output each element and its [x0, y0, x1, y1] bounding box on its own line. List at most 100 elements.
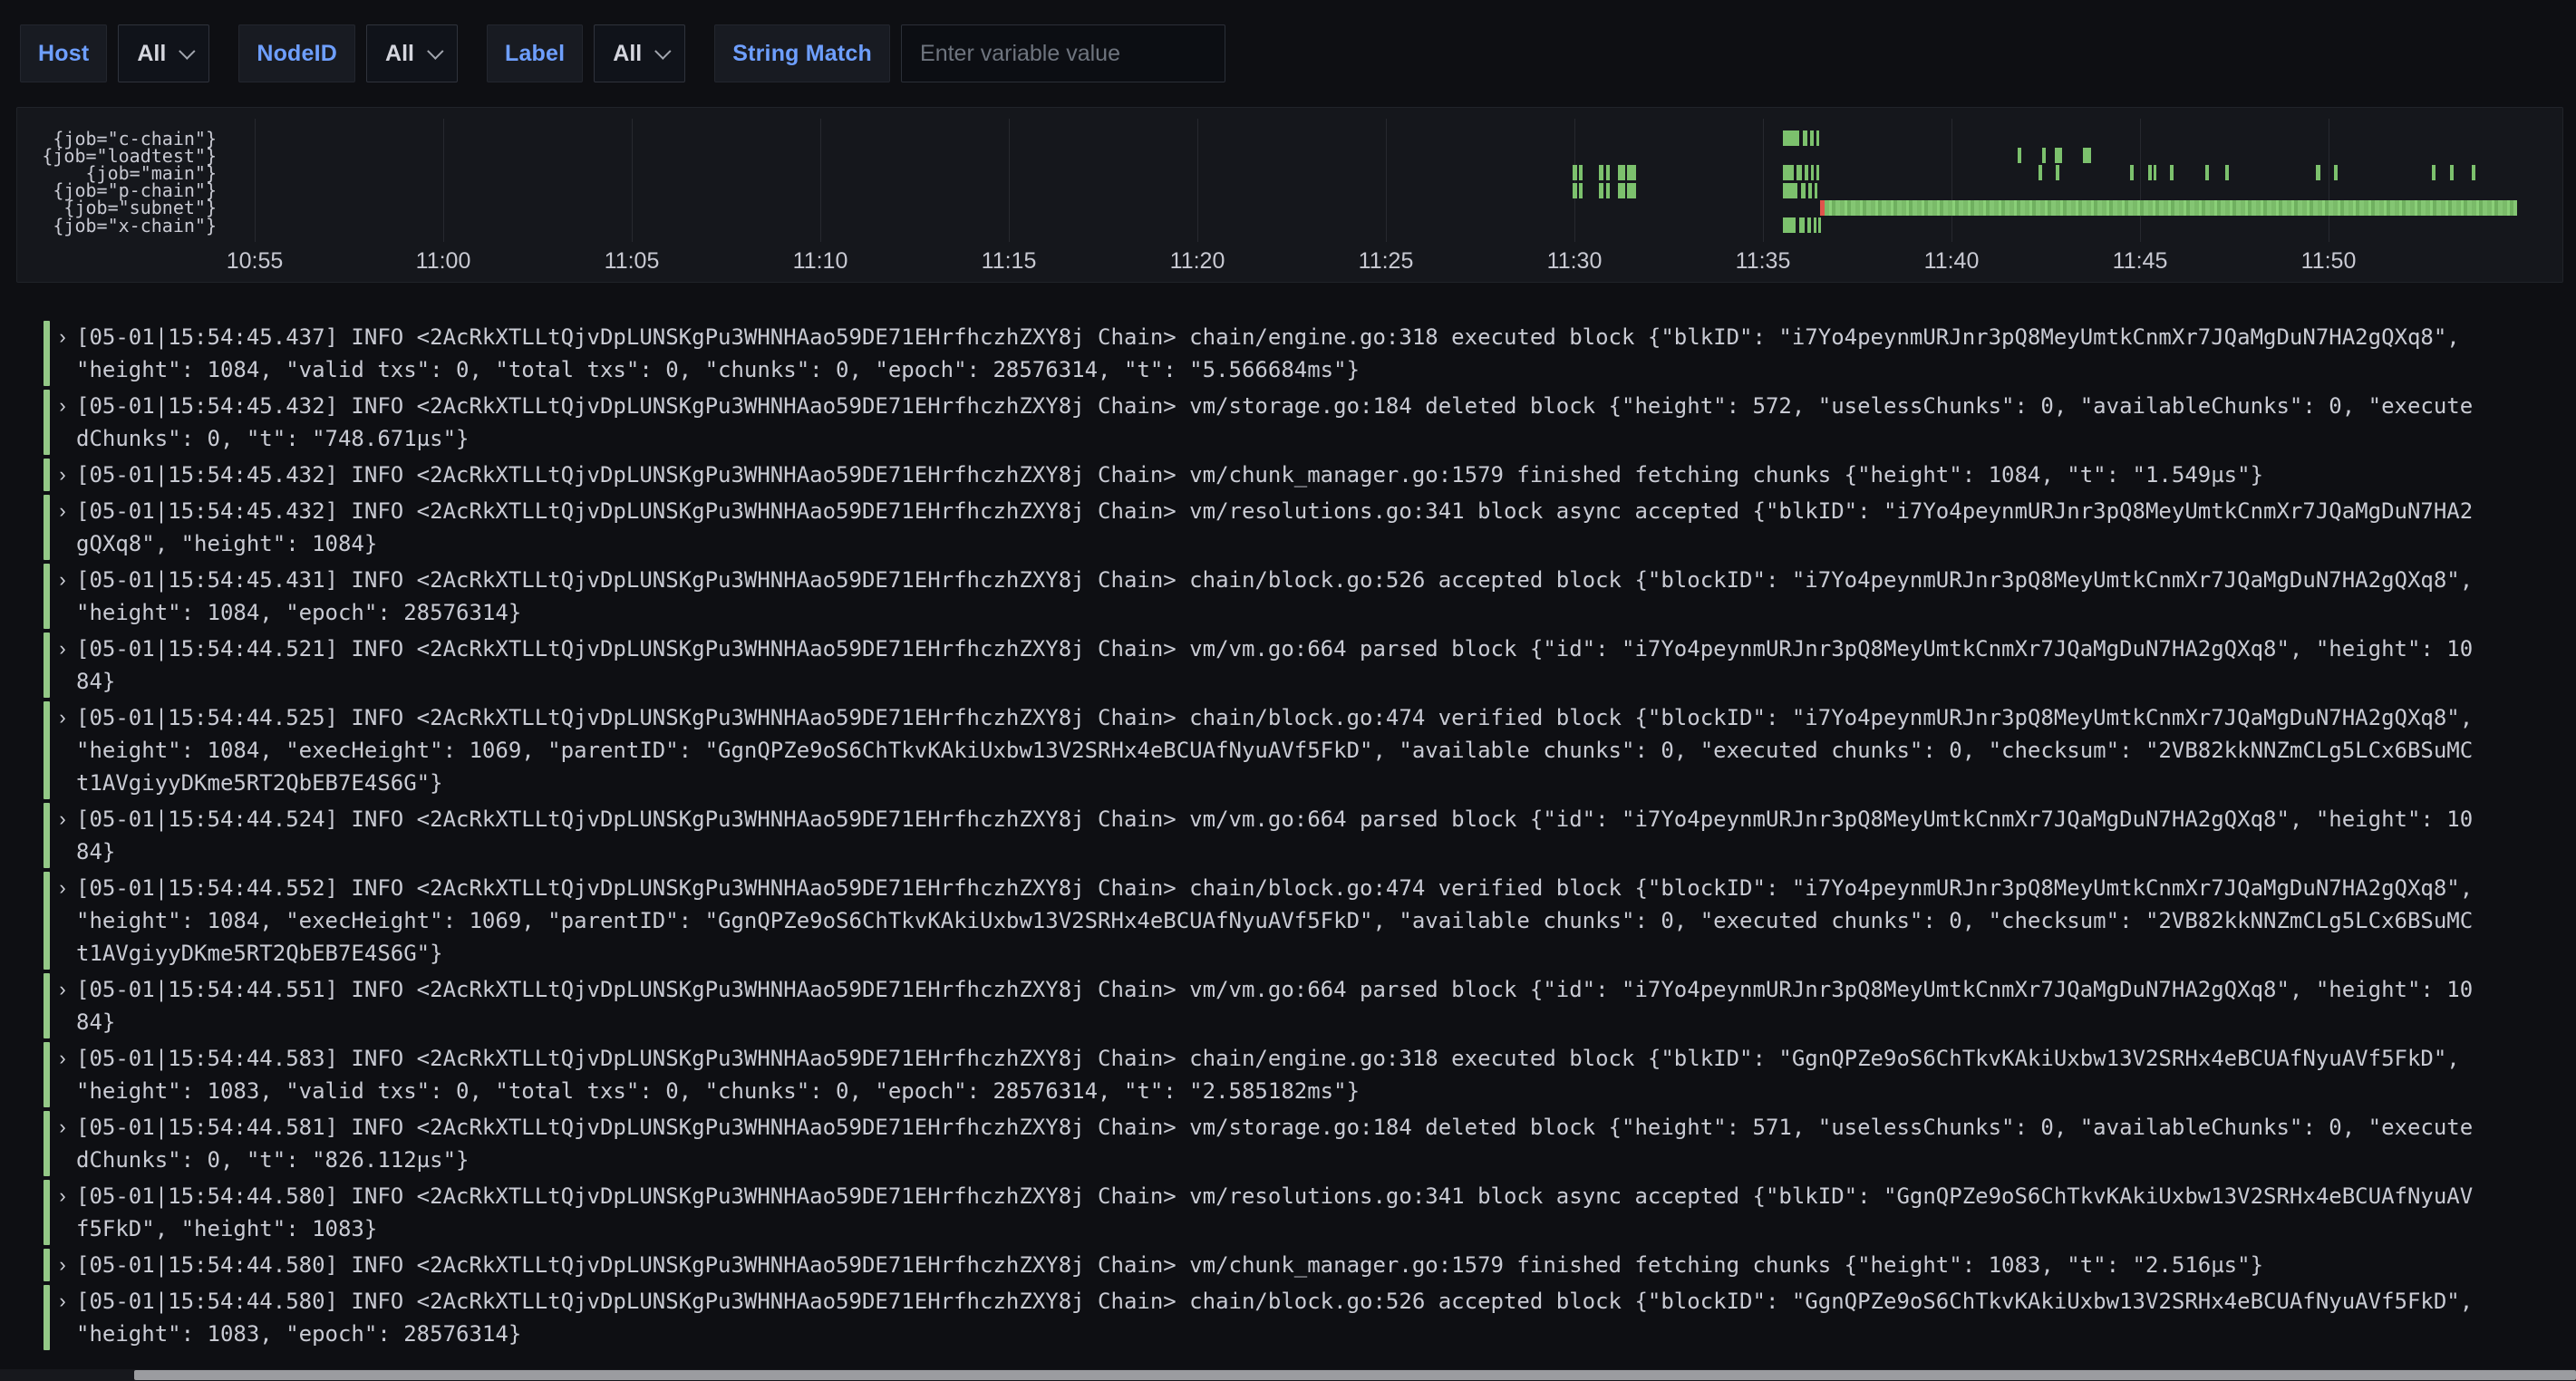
log-volume-mark	[1815, 183, 1817, 198]
variable-value: All	[613, 41, 642, 67]
log-level-bar	[44, 564, 50, 629]
log-line: [05-01|15:54:44.581] INFO <2AcRkXTLLtQjv…	[76, 1111, 2473, 1144]
log-volume-mark	[2154, 165, 2156, 180]
expand-chevron-icon[interactable]: ›	[53, 390, 72, 455]
dashboard-variables-toolbar: Host All NodeID All Label All String Mat…	[20, 24, 1254, 82]
log-volume-mark	[1618, 165, 1625, 180]
variable-dropdown-host[interactable]: All	[118, 24, 209, 82]
log-volume-mark	[1599, 165, 1603, 180]
log-message: [05-01|15:54:44.552] INFO <2AcRkXTLLtQjv…	[76, 872, 2473, 970]
expand-chevron-icon[interactable]: ›	[53, 1180, 72, 1245]
log-row[interactable]: ›[05-01|15:54:44.580] INFO <2AcRkXTLLtQj…	[44, 1178, 2576, 1247]
log-row[interactable]: ›[05-01|15:54:45.437] INFO <2AcRkXTLLtQj…	[44, 319, 2576, 388]
log-level-bar	[44, 1180, 50, 1245]
log-row[interactable]: ›[05-01|15:54:44.580] INFO <2AcRkXTLLtQj…	[44, 1247, 2576, 1283]
time-tick-label: 10:55	[227, 248, 284, 275]
log-volume-mark	[1573, 165, 1577, 180]
log-volume-mark	[2205, 165, 2209, 180]
time-tick-label: 11:05	[605, 248, 660, 275]
log-row[interactable]: ›[05-01|15:54:44.583] INFO <2AcRkXTLLtQj…	[44, 1040, 2576, 1109]
expand-chevron-icon[interactable]: ›	[53, 495, 72, 560]
log-level-bar	[44, 390, 50, 455]
expand-chevron-icon[interactable]: ›	[53, 872, 72, 970]
log-level-bar	[44, 701, 50, 799]
log-row[interactable]: ›[05-01|15:54:45.431] INFO <2AcRkXTLLtQj…	[44, 562, 2576, 631]
log-volume-mark	[2083, 148, 2091, 163]
log-row[interactable]: ›[05-01|15:54:44.521] INFO <2AcRkXTLLtQj…	[44, 631, 2576, 700]
variable-dropdown-nodeid[interactable]: All	[366, 24, 458, 82]
expand-chevron-icon[interactable]: ›	[53, 1111, 72, 1176]
log-row[interactable]: ›[05-01|15:54:44.524] INFO <2AcRkXTLLtQj…	[44, 801, 2576, 870]
log-message: [05-01|15:54:44.583] INFO <2AcRkXTLLtQjv…	[76, 1042, 2460, 1107]
log-level-bar	[44, 321, 50, 386]
log-row[interactable]: ›[05-01|15:54:44.552] INFO <2AcRkXTLLtQj…	[44, 870, 2576, 971]
job-label: {job="x-chain"}	[53, 215, 217, 237]
horizontal-scrollbar-track[interactable]	[0, 1369, 2576, 1381]
expand-chevron-icon[interactable]: ›	[53, 1285, 72, 1350]
log-line: t1AVgiyyDKme5RT2QbEB7E4S6G"}	[76, 767, 2473, 799]
time-tick-label: 11:30	[1547, 248, 1603, 275]
string-match-input[interactable]	[901, 24, 1225, 82]
variable-value: All	[137, 41, 166, 67]
log-volume-mark	[1814, 217, 1816, 233]
log-line: gQXq8", "height": 1084}	[76, 527, 2473, 560]
time-tick-label: 11:20	[1170, 248, 1225, 275]
log-line: [05-01|15:54:44.524] INFO <2AcRkXTLLtQjv…	[76, 803, 2473, 835]
log-row[interactable]: ›[05-01|15:54:45.432] INFO <2AcRkXTLLtQj…	[44, 388, 2576, 457]
log-volume-mark	[2170, 165, 2174, 180]
variable-dropdown-label[interactable]: All	[594, 24, 685, 82]
timeline-panel: 10:5511:0011:0511:1011:1511:2011:2511:30…	[16, 107, 2563, 283]
time-tick-label: 11:00	[416, 248, 471, 275]
expand-chevron-icon[interactable]: ›	[53, 803, 72, 868]
expand-chevron-icon[interactable]: ›	[53, 633, 72, 698]
expand-chevron-icon[interactable]: ›	[53, 973, 72, 1038]
log-level-bar	[44, 1285, 50, 1350]
log-line: "height": 1084, "execHeight": 1069, "par…	[76, 904, 2473, 937]
variable-label-text: Label	[505, 41, 565, 67]
log-line: 84}	[76, 1006, 2473, 1038]
log-volume-mark	[1816, 130, 1819, 146]
log-level-bar	[44, 495, 50, 560]
expand-chevron-icon[interactable]: ›	[53, 321, 72, 386]
time-tick-label: 11:15	[982, 248, 1037, 275]
log-volume-mark	[1783, 165, 1794, 180]
log-volume-mark	[2334, 165, 2338, 180]
log-line: "height": 1083, "epoch": 28576314}	[76, 1318, 2473, 1350]
log-row[interactable]: ›[05-01|15:54:44.551] INFO <2AcRkXTLLtQj…	[44, 971, 2576, 1040]
log-volume-mark	[1606, 183, 1610, 198]
log-line: [05-01|15:54:44.580] INFO <2AcRkXTLLtQjv…	[76, 1180, 2473, 1212]
time-tick-label: 11:25	[1359, 248, 1414, 275]
log-volume-mark	[2018, 148, 2021, 163]
variable-value: All	[385, 41, 414, 67]
horizontal-scrollbar-thumb[interactable]	[134, 1370, 2576, 1380]
log-row[interactable]: ›[05-01|15:54:44.580] INFO <2AcRkXTLLtQj…	[44, 1283, 2576, 1352]
log-line: [05-01|15:54:45.432] INFO <2AcRkXTLLtQjv…	[76, 390, 2473, 422]
log-volume-mark	[1818, 217, 1821, 233]
expand-chevron-icon[interactable]: ›	[53, 701, 72, 799]
expand-chevron-icon[interactable]: ›	[53, 1249, 72, 1281]
log-volume-mark	[1783, 217, 1796, 233]
log-row[interactable]: ›[05-01|15:54:45.432] INFO <2AcRkXTLLtQj…	[44, 493, 2576, 562]
log-line: [05-01|15:54:44.521] INFO <2AcRkXTLLtQjv…	[76, 633, 2473, 665]
time-tick-label: 11:50	[2301, 248, 2357, 275]
log-row[interactable]: ›[05-01|15:54:44.581] INFO <2AcRkXTLLtQj…	[44, 1109, 2576, 1178]
log-volume-mark	[1579, 165, 1583, 180]
grid-line	[1763, 119, 1764, 242]
expand-chevron-icon[interactable]: ›	[53, 1042, 72, 1107]
log-row[interactable]: ›[05-01|15:54:44.525] INFO <2AcRkXTLLtQj…	[44, 700, 2576, 801]
log-volume-plot-area[interactable]: 10:5511:0011:0511:1011:1511:2011:2511:30…	[17, 108, 2562, 282]
variable-group-string-match: String Match	[714, 24, 1225, 82]
log-message: [05-01|15:54:44.521] INFO <2AcRkXTLLtQjv…	[76, 633, 2473, 698]
log-level-bar	[44, 633, 50, 698]
log-volume-mark	[1627, 165, 1636, 180]
expand-chevron-icon[interactable]: ›	[53, 564, 72, 629]
log-row[interactable]: ›[05-01|15:54:45.432] INFO <2AcRkXTLLtQj…	[44, 457, 2576, 493]
time-tick-label: 11:35	[1736, 248, 1791, 275]
variable-label-nodeid: NodeID	[238, 24, 355, 82]
log-message: [05-01|15:54:44.581] INFO <2AcRkXTLLtQjv…	[76, 1111, 2473, 1176]
logs-panel: ›[05-01|15:54:45.437] INFO <2AcRkXTLLtQj…	[0, 319, 2576, 1352]
chevron-down-icon	[179, 43, 195, 59]
log-level-bar	[44, 872, 50, 970]
expand-chevron-icon[interactable]: ›	[53, 459, 72, 491]
log-volume-mark	[1801, 183, 1806, 198]
